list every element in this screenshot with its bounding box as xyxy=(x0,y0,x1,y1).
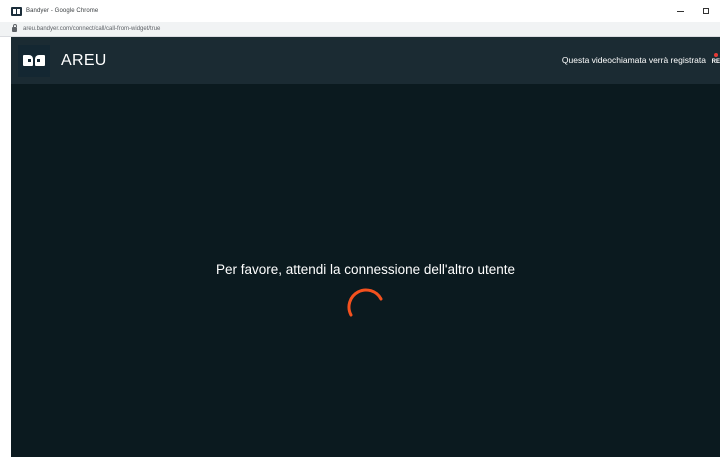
recording-indicator: RE xyxy=(712,53,720,69)
maximize-icon xyxy=(703,8,709,14)
app-header: AREU Questa videochiamata verrà registra… xyxy=(11,37,720,84)
maximize-button[interactable] xyxy=(692,0,720,22)
window-title: Bandyer - Google Chrome xyxy=(26,8,99,14)
address-bar[interactable]: areu.bandyer.com/connect/call/call-from-… xyxy=(0,22,720,37)
window-title-bar: Bandyer - Google Chrome xyxy=(0,0,720,22)
recording-dot-icon xyxy=(714,53,718,57)
brand-name: AREU xyxy=(61,51,107,69)
loading-spinner-icon xyxy=(347,288,383,317)
lock-icon[interactable] xyxy=(12,23,17,32)
bandyer-favicon-icon xyxy=(11,6,22,16)
url-text[interactable]: areu.bandyer.com/connect/call/call-from-… xyxy=(23,26,160,32)
areu-logo-icon xyxy=(18,44,50,77)
minimize-icon xyxy=(676,10,684,12)
waiting-message: Per favore, attendi la connessione dell'… xyxy=(215,262,516,277)
recording-badge: RE xyxy=(711,59,720,65)
video-stage: Per favore, attendi la connessione dell'… xyxy=(11,84,720,457)
minimize-button[interactable] xyxy=(666,0,694,22)
recording-notice: Questa videochiamata verrà registrata xyxy=(561,55,706,65)
